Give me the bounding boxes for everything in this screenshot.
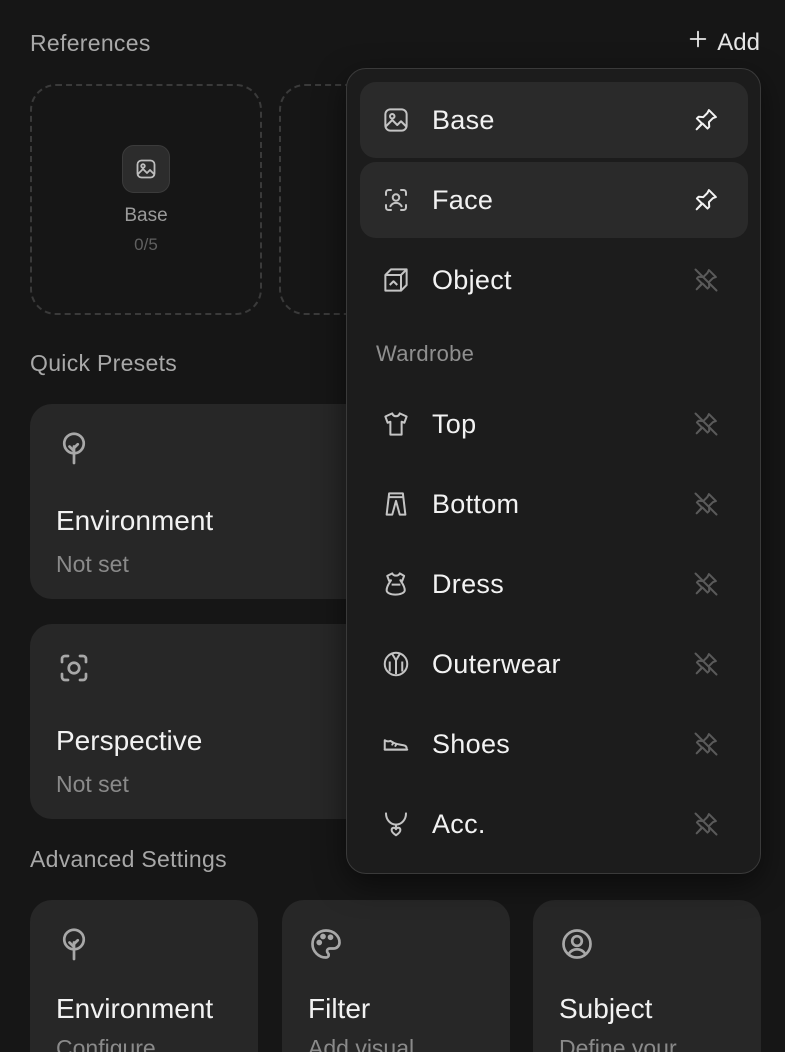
slot-count: 0/5 (134, 234, 158, 254)
advanced-card-subject[interactable]: Subject Define your (533, 900, 761, 1052)
dress-icon (380, 568, 412, 600)
add-reference-button[interactable]: Add (687, 28, 760, 57)
pin-icon[interactable] (692, 186, 720, 214)
tree-icon (56, 926, 232, 967)
menu-item-label: Top (432, 408, 477, 439)
pin-off-icon[interactable] (692, 266, 720, 294)
pin-off-icon[interactable] (692, 490, 720, 518)
pin-off-icon[interactable] (692, 410, 720, 438)
page: References Add Base 0/5 Quick Presets En… (0, 0, 785, 1052)
palette-icon (308, 926, 484, 967)
menu-item-shoes[interactable]: Shoes (360, 706, 748, 782)
menu-item-label: Bottom (432, 488, 520, 519)
advanced-card-environment[interactable]: Environment Configure (30, 900, 258, 1052)
quick-presets-title: Quick Presets (30, 350, 178, 376)
advanced-card-subtitle: Add visual (308, 1035, 415, 1052)
menu-item-label: Object (432, 264, 512, 295)
slot-label: Base (124, 204, 168, 226)
necklace-icon (380, 808, 412, 840)
pants-icon (380, 488, 412, 520)
pin-icon[interactable] (692, 106, 720, 134)
advanced-card-title: Subject (559, 993, 653, 1024)
shoe-icon (380, 728, 412, 760)
menu-item-accessories[interactable]: Acc. (360, 786, 748, 862)
menu-item-label: Outerwear (432, 648, 561, 679)
menu-item-label: Dress (432, 568, 505, 599)
pin-off-icon[interactable] (692, 570, 720, 598)
advanced-card-subtitle: Define your (559, 1035, 677, 1052)
pin-off-icon[interactable] (692, 650, 720, 678)
cube-icon (380, 264, 412, 296)
menu-item-top[interactable]: Top (360, 386, 748, 462)
wardrobe-group-label: Wardrobe (376, 341, 475, 366)
menu-item-label: Base (432, 104, 495, 135)
face-scan-icon (380, 184, 412, 216)
jacket-icon (380, 648, 412, 680)
references-title: References (30, 30, 151, 56)
menu-item-dress[interactable]: Dress (360, 546, 748, 622)
plus-icon (687, 28, 709, 57)
add-reference-menu: Base Face Object Wardrobe Top Bottom Dre… (346, 68, 761, 874)
add-button-label: Add (717, 28, 760, 56)
reference-slot-base[interactable]: Base 0/5 (30, 84, 262, 315)
pin-off-icon[interactable] (692, 810, 720, 838)
menu-item-object[interactable]: Object (360, 242, 748, 318)
advanced-card-title: Filter (308, 993, 371, 1024)
menu-item-label: Shoes (432, 728, 511, 759)
advanced-settings-title: Advanced Settings (30, 846, 227, 872)
menu-item-bottom[interactable]: Bottom (360, 466, 748, 542)
advanced-card-title: Environment (56, 993, 214, 1024)
advanced-card-filter[interactable]: Filter Add visual (282, 900, 510, 1052)
menu-item-label: Acc. (432, 808, 486, 839)
menu-item-base[interactable]: Base (360, 82, 748, 158)
image-icon (380, 104, 412, 136)
image-icon (122, 144, 170, 193)
user-circle-icon (559, 926, 735, 967)
menu-item-label: Face (432, 184, 494, 215)
menu-item-outerwear[interactable]: Outerwear (360, 626, 748, 702)
pin-off-icon[interactable] (692, 730, 720, 758)
shirt-icon (380, 408, 412, 440)
menu-item-face[interactable]: Face (360, 162, 748, 238)
advanced-card-subtitle: Configure (56, 1035, 156, 1052)
